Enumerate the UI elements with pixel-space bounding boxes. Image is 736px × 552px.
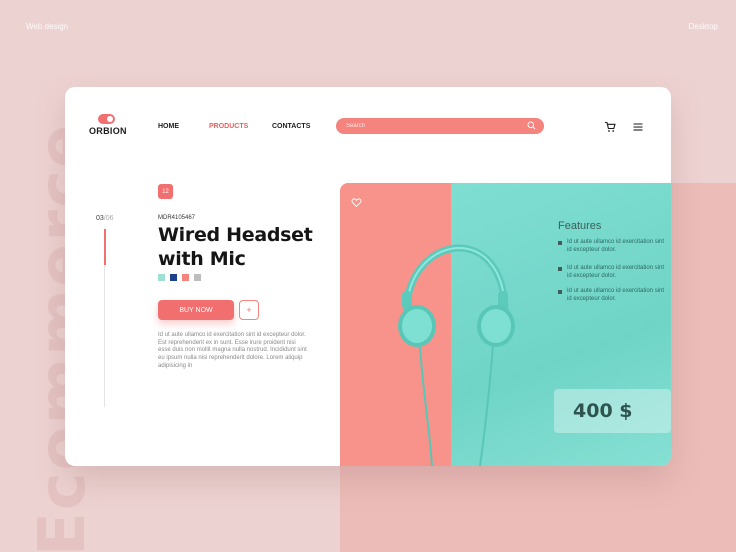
bullet-icon [558,267,562,271]
nav-products[interactable]: PRODUCTS [209,123,248,130]
color-swatch[interactable] [158,274,165,281]
product-description: Id ut aute ullamco id exercitation sint … [158,332,307,369]
search-icon[interactable] [527,117,536,135]
search-bar [336,118,544,134]
add-button[interactable]: + [239,300,259,320]
slide-progress-bar [104,229,106,265]
menu-icon[interactable] [632,120,644,132]
color-swatch[interactable] [182,274,189,281]
feature-text: Id ut aute ullamco id exercitation sint … [567,265,665,279]
feature-item: Id ut aute ullamco id exercitation sint … [558,265,668,280]
corner-label-web-design: Web design [26,22,69,31]
search-input[interactable] [346,123,527,129]
logo-toggle-icon [98,114,115,124]
buy-now-button[interactable]: BUY NOW [158,300,234,320]
logo[interactable]: ORBION [89,114,129,136]
product-hero: Features Id ut aute ullamco id exercitat… [340,183,671,466]
cart-icon[interactable] [604,120,616,132]
slide-current: 03 [96,215,104,222]
product-sku: MDR4105467 [158,215,196,221]
color-swatches [158,274,201,281]
bullet-icon [558,241,562,245]
feature-item: Id ut aute ullamco id exercitation sint … [558,239,668,254]
slide-counter: 03/06 [96,215,114,222]
feature-text: Id ut aute ullamco id exercitation sint … [567,288,665,302]
slide-total: /06 [103,215,114,222]
heart-icon[interactable] [351,195,362,208]
color-swatch[interactable] [170,274,177,281]
nav-contacts[interactable]: CONTACTS [272,123,310,130]
slide-progress-track[interactable] [104,229,106,407]
feature-item: Id ut aute ullamco id exercitation sint … [558,288,668,303]
price: 400 $ [573,400,633,422]
corner-label-desktop: Desktop [688,22,718,31]
product-title: Wired Headset with Mic [158,224,313,270]
color-swatch[interactable] [194,274,201,281]
feature-text: Id ut aute ullamco id exercitation sint … [567,239,665,253]
product-card: ORBION HOME PRODUCTS CONTACTS 03/06 12 M… [65,87,671,466]
price-box: 400 $ [554,389,671,433]
bullet-icon [558,290,562,294]
nav-home[interactable]: HOME [158,123,179,130]
product-tag: 12 [158,184,173,199]
logo-text: ORBION [89,126,127,136]
features-title: Features [558,220,602,232]
